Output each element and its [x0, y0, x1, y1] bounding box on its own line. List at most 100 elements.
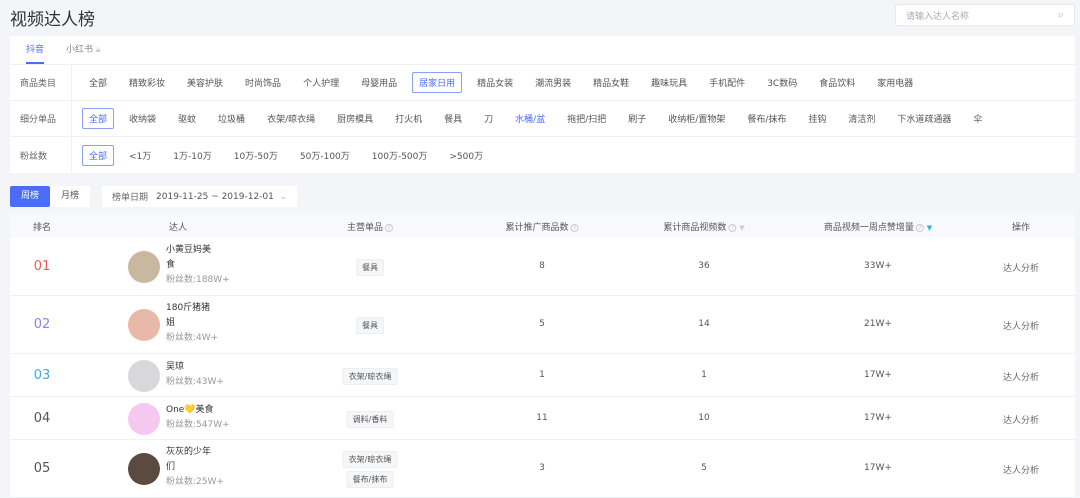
- influencer-name-cont[interactable]: 们: [166, 460, 224, 475]
- col-videos[interactable]: 累计商品视频数? ▼: [663, 220, 744, 233]
- help-icon[interactable]: ?: [728, 224, 737, 232]
- filter-row: 细分单品 全部 收纳袋 驱蚊 垃圾桶 衣架/晾衣绳 厨房模具 打火机 餐具刀水桶/盆 拖把/扫把刷…: [10, 101, 1075, 137]
- filter-option[interactable]: 个人护理: [296, 72, 346, 93]
- filter-option[interactable]: 全部: [82, 108, 115, 129]
- filter-option[interactable]: 1万-10万: [166, 145, 218, 166]
- filter-option[interactable]: 打火机: [388, 108, 429, 129]
- filter-label: 细分单品: [10, 101, 72, 136]
- influencer-name-cont[interactable]: 姐: [166, 316, 218, 331]
- avatar[interactable]: [128, 359, 160, 392]
- filter-option[interactable]: 母婴用品: [354, 72, 404, 93]
- sort-icon[interactable]: ▼: [739, 224, 744, 232]
- influencer-name[interactable]: 吴琼: [166, 360, 224, 375]
- filter-option[interactable]: 时尚饰品: [238, 72, 288, 93]
- filter-option[interactable]: 美容护肤: [180, 72, 230, 93]
- fan-count: 粉丝数:188W+: [166, 275, 230, 285]
- help-icon[interactable]: ?: [385, 224, 394, 232]
- filter-option[interactable]: 清洁剂: [841, 108, 882, 129]
- avatar[interactable]: [128, 453, 160, 485]
- analyze-link[interactable]: 达人分析: [1003, 413, 1039, 426]
- filter-option[interactable]: 潮流男装: [528, 72, 578, 93]
- filter-option[interactable]: 衣架/晾衣绳: [260, 108, 322, 129]
- analyze-link[interactable]: 达人分析: [1003, 463, 1039, 476]
- influencer-info: One💛美食 粉丝数:547W+: [166, 403, 230, 433]
- avatar[interactable]: [128, 309, 160, 341]
- videos-count: 1: [701, 369, 707, 380]
- filter-option[interactable]: 垃圾桶: [211, 108, 252, 129]
- search-input[interactable]: 请输入达人名称 ⌕: [895, 4, 1075, 26]
- filter-option[interactable]: <1万: [122, 145, 158, 166]
- filter-option[interactable]: 挂钩: [801, 108, 833, 129]
- filter-option[interactable]: 趣味玩具: [644, 72, 694, 93]
- avatar[interactable]: [128, 402, 160, 435]
- date-label: 榜单日期: [112, 193, 149, 203]
- influencer-info: 吴琼 粉丝数:43W+: [166, 360, 224, 390]
- products-count: 3: [539, 463, 545, 473]
- table-row: 05 灰灰的少年们粉丝数:25W+ 衣架/晾衣绳 餐布/抹布 3 5 17W+ 达人分析: [10, 440, 1075, 498]
- help-icon[interactable]: ?: [570, 224, 579, 232]
- filter-option[interactable]: 拖把/扫把: [560, 108, 613, 129]
- products-count: 5: [539, 319, 545, 329]
- tab-xiaohongshu[interactable]: 小红书 🔒︎: [66, 36, 101, 65]
- col-likes[interactable]: 商品视频一周点赞增量? ▼: [824, 220, 932, 233]
- filter-option[interactable]: 刀: [477, 108, 500, 129]
- influencer-name[interactable]: 灰灰的少年: [166, 445, 224, 460]
- filter-option[interactable]: 收纳袋: [122, 108, 163, 129]
- chevron-down-icon: ⌄: [279, 191, 287, 202]
- filter-option[interactable]: 厨房模具: [330, 108, 380, 129]
- filter-option[interactable]: 伞: [966, 108, 989, 129]
- product-tag: 衣架/晾衣绳: [342, 367, 398, 385]
- filter-option[interactable]: 100万-500万: [365, 145, 435, 166]
- avatar[interactable]: [128, 251, 160, 283]
- filter-option[interactable]: 全部: [82, 72, 114, 93]
- influencer-name-cont[interactable]: 食: [166, 258, 230, 273]
- filter-option[interactable]: 驱蚊: [171, 108, 203, 129]
- filter-option[interactable]: 精致彩妆: [122, 72, 172, 93]
- platform-tabs: 抖音 小红书 🔒︎: [10, 36, 1075, 65]
- influencer-name[interactable]: 小黄豆妈美: [166, 243, 230, 258]
- analyze-link[interactable]: 达人分析: [1003, 261, 1039, 274]
- tab-douyin[interactable]: 抖音: [26, 36, 45, 65]
- products-count: 11: [536, 412, 548, 423]
- filter-option[interactable]: 餐具: [437, 108, 469, 129]
- filter-option[interactable]: 手机配件: [702, 72, 752, 93]
- filter-option[interactable]: 全部: [82, 144, 115, 166]
- filter-option[interactable]: 3C数码: [760, 72, 804, 93]
- filter-option[interactable]: 收纳柜/置物架: [661, 108, 732, 129]
- lock-icon: 🔒︎: [95, 44, 101, 55]
- filter-option[interactable]: 10万-50万: [227, 145, 285, 166]
- filter-row: 商品类目 全部 精致彩妆 美容护肤 时尚饰品 个人护理 母婴用品 居家日用 精品女装 潮流男装 精品…: [10, 65, 1075, 101]
- rank-number: 05: [33, 461, 51, 476]
- filter-option[interactable]: 刷子: [621, 108, 653, 129]
- videos-count: 36: [698, 261, 710, 271]
- sort-active-icon[interactable]: ▼: [927, 224, 932, 232]
- analyze-link[interactable]: 达人分析: [1003, 370, 1039, 383]
- date-select[interactable]: 榜单日期 2019-11-25 ~ 2019-12-01 ⌄: [102, 186, 297, 207]
- date-value: 2019-11-25 ~ 2019-12-01: [156, 191, 274, 202]
- rank-number: 01: [33, 259, 51, 274]
- product-tag: 调料/香料: [346, 410, 394, 428]
- influencer-info: 180斤猪猪姐粉丝数:4W+: [166, 301, 218, 346]
- table-row: 02 180斤猪猪姐粉丝数:4W+ 餐具 5 14 21W+ 达人分析: [10, 296, 1075, 354]
- filter-option[interactable]: 食品饮料: [812, 72, 862, 93]
- monthly-button[interactable]: 月榜: [50, 186, 90, 207]
- filter-option[interactable]: 餐布/抹布: [740, 108, 793, 129]
- videos-count: 10: [698, 412, 710, 423]
- filter-option[interactable]: >500万: [442, 145, 490, 166]
- filter-option[interactable]: 下水道疏通器: [890, 108, 958, 129]
- analyze-link[interactable]: 达人分析: [1003, 319, 1039, 332]
- weekly-button[interactable]: 周榜: [10, 186, 50, 207]
- influencer-name[interactable]: 180斤猪猪: [166, 301, 218, 316]
- filter-option[interactable]: 居家日用: [412, 72, 463, 93]
- filter-option[interactable]: 家用电器: [870, 72, 920, 93]
- filter-option[interactable]: 精品女鞋: [586, 72, 636, 93]
- product-tag: 餐具: [356, 259, 384, 276]
- filter-options: 全部 收纳袋 驱蚊 垃圾桶 衣架/晾衣绳 厨房模具 打火机 餐具刀水桶/盆 拖把/扫把 刷子 收纳柜…: [72, 108, 997, 129]
- filter-option[interactable]: 50万-100万: [293, 145, 357, 166]
- help-icon[interactable]: ?: [915, 224, 924, 232]
- influencer-name[interactable]: One💛美食: [166, 403, 230, 418]
- filter-option[interactable]: 水桶/盆: [508, 108, 552, 129]
- search-icon[interactable]: ⌕: [1058, 8, 1064, 22]
- filter-option[interactable]: 精品女装: [470, 72, 520, 93]
- rank-number: 03: [33, 367, 51, 383]
